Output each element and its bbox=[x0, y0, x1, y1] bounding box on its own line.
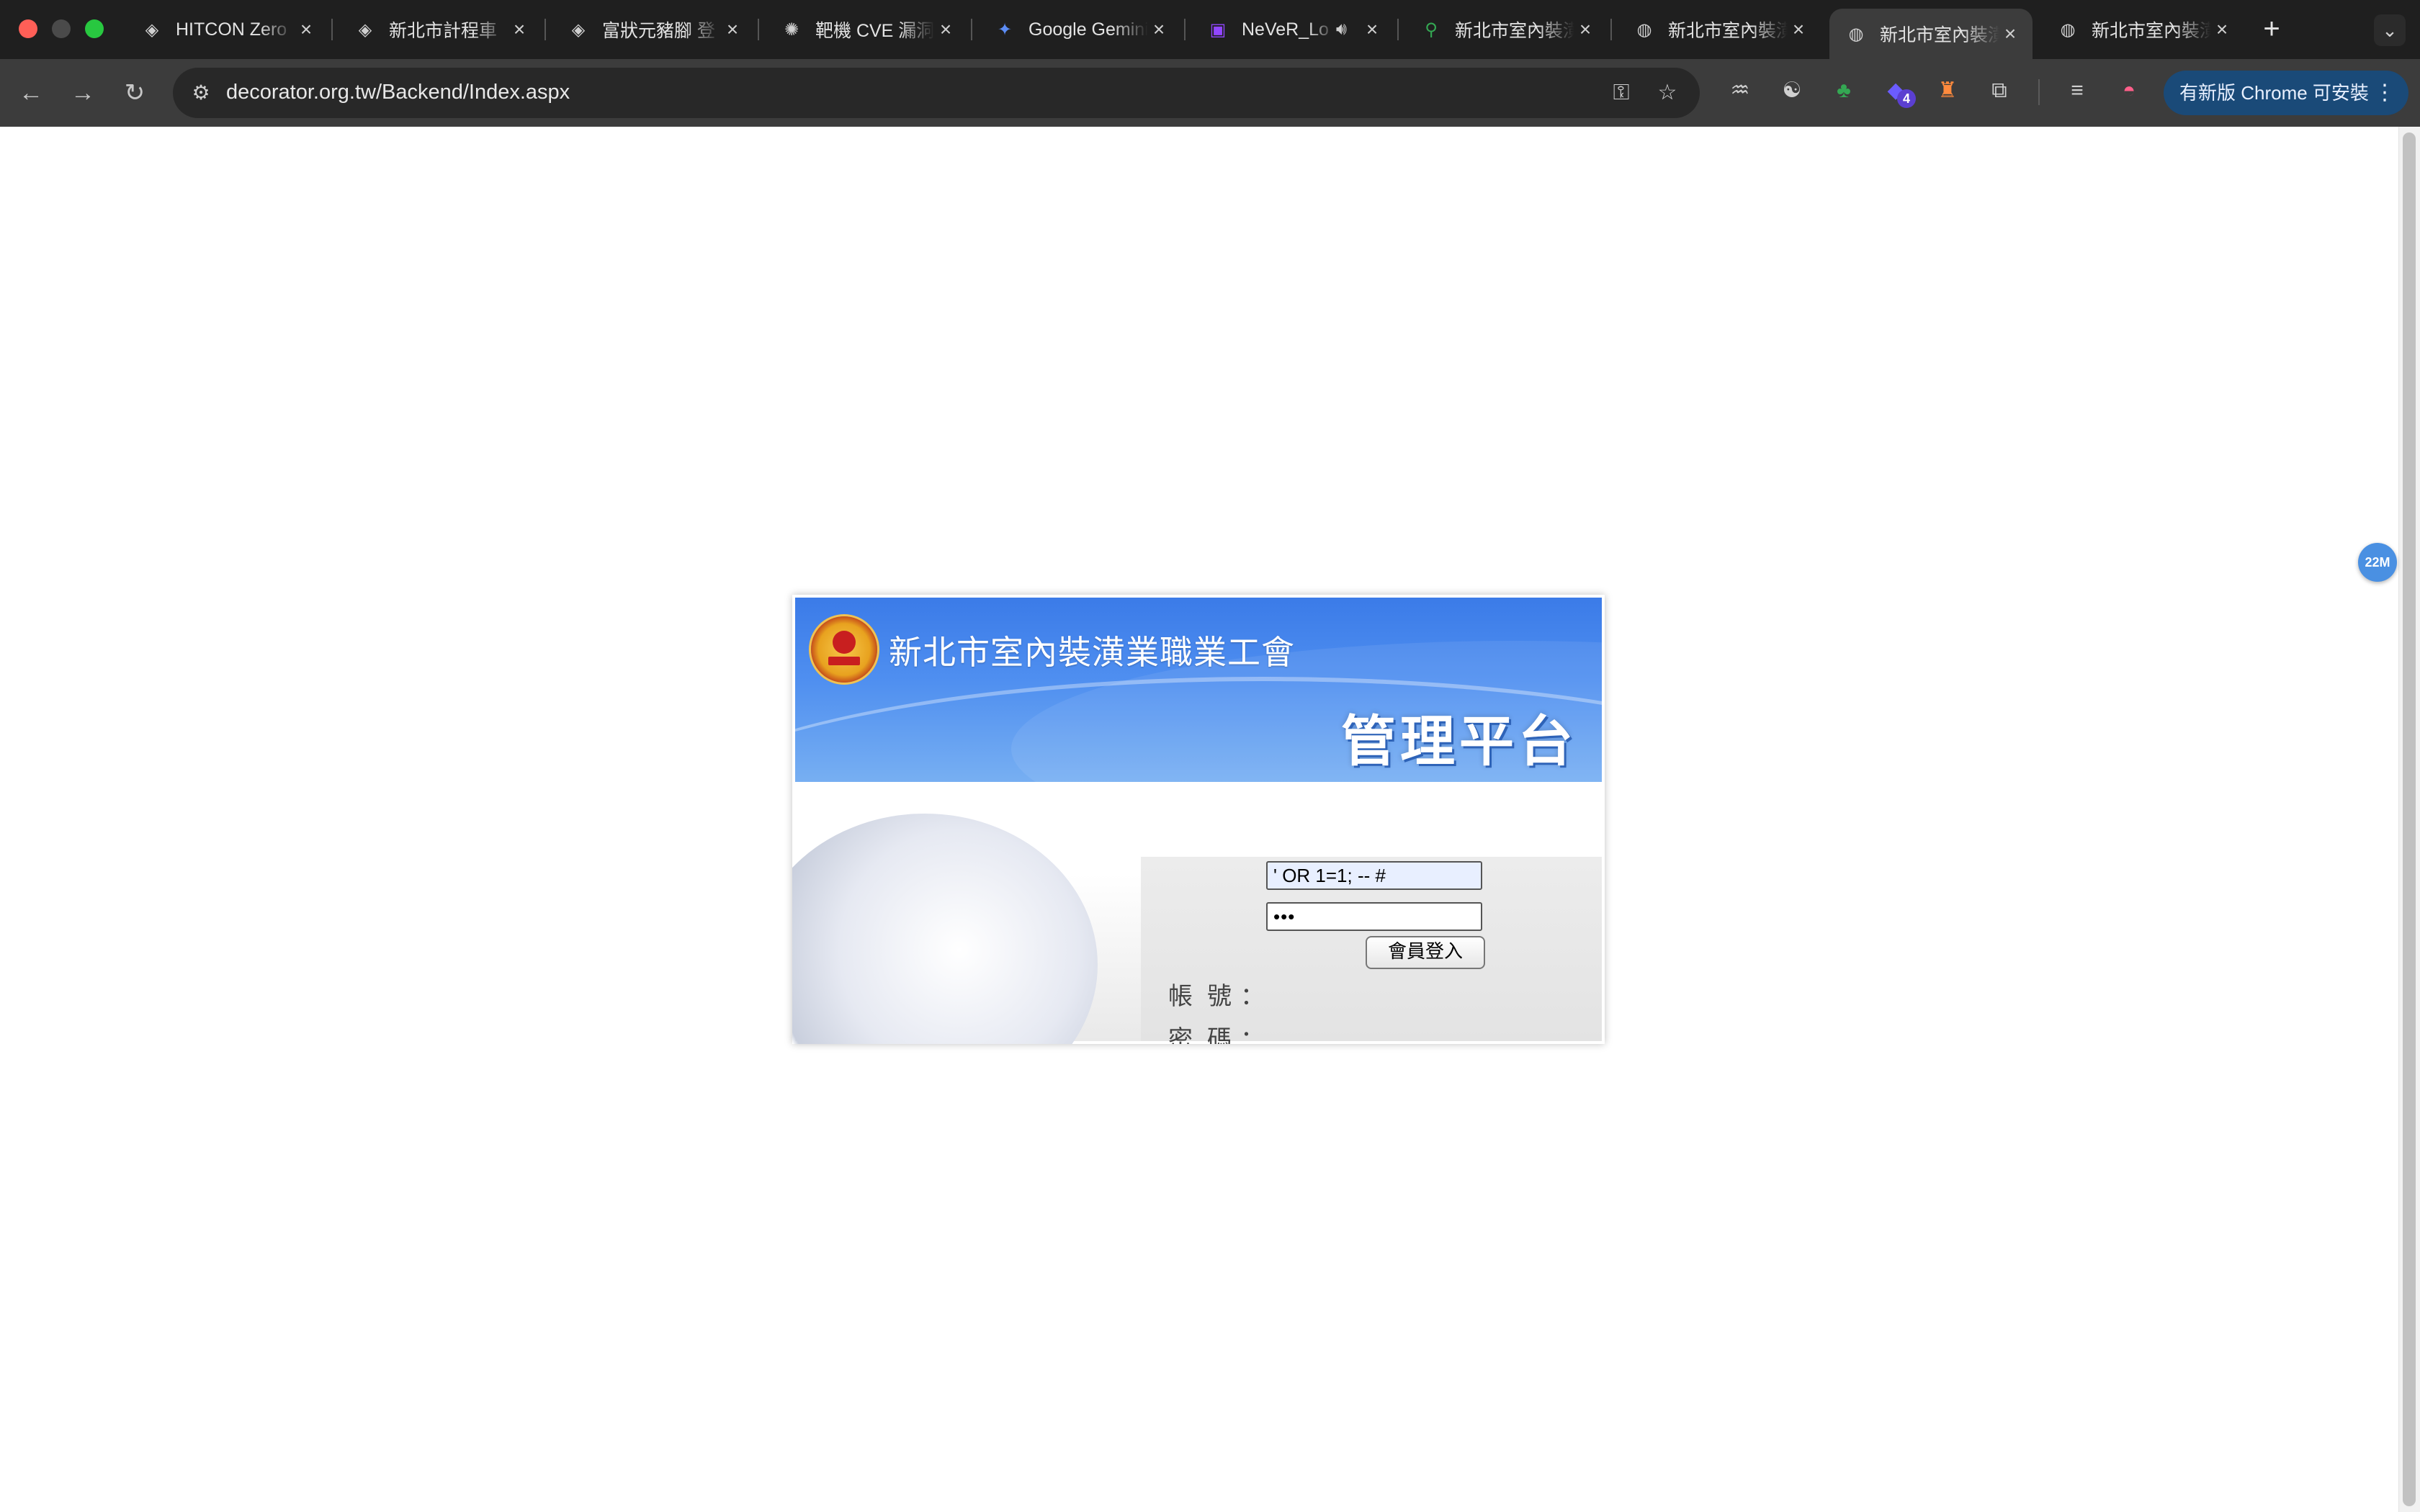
hitcon-icon: ◈ bbox=[358, 19, 372, 40]
close-icon[interactable]: × bbox=[1999, 22, 2021, 45]
media-control-icon[interactable]: ≡ bbox=[2061, 75, 2093, 107]
close-icon[interactable]: × bbox=[1148, 18, 1170, 41]
close-icon[interactable]: × bbox=[722, 18, 743, 41]
tab-label: 靶機 CVE 漏洞 bbox=[815, 21, 935, 41]
tab-label: 新北市室內裝潢 bbox=[1668, 21, 1788, 41]
window-minimize-button[interactable] bbox=[52, 19, 71, 38]
tab-label: Google Gemini bbox=[1028, 19, 1148, 40]
site-info-icon[interactable]: ⚙ bbox=[183, 75, 219, 111]
browser-tab[interactable]: ◍ 新北市室內裝潢 × bbox=[2041, 9, 2244, 50]
tab-label: 新北市計程車 bbox=[389, 21, 498, 41]
close-icon[interactable]: × bbox=[295, 18, 317, 41]
chrome-update-button[interactable]: 有新版 Chrome 可安裝 ⋮ bbox=[2164, 71, 2408, 115]
close-icon[interactable]: × bbox=[2211, 18, 2233, 41]
tab-search-button[interactable]: ⌄ bbox=[2374, 14, 2406, 46]
close-icon[interactable]: × bbox=[508, 18, 530, 41]
member-login-button[interactable]: 會員登入 bbox=[1366, 936, 1485, 969]
password-key-icon[interactable]: ⚿ bbox=[1606, 78, 1636, 108]
login-panel: 新北市室內裝潢業職業工會 管理平台 帳號 ： 密碼 ： bbox=[792, 595, 1605, 1044]
extension-icon[interactable]: ♣ bbox=[1828, 75, 1860, 107]
globe-icon: ◍ bbox=[1636, 19, 1652, 40]
platform-title: 管理平台 bbox=[1341, 709, 1577, 773]
globe-icon: ◍ bbox=[1848, 24, 1864, 44]
login-banner: 新北市室內裝潢業職業工會 管理平台 bbox=[795, 598, 1602, 782]
close-icon[interactable]: × bbox=[935, 18, 956, 41]
close-icon[interactable]: × bbox=[1788, 18, 1809, 41]
browser-tab[interactable]: ⚲ 新北市室內裝潢 × bbox=[1404, 9, 1608, 50]
bookmark-star-icon[interactable]: ☆ bbox=[1652, 78, 1682, 108]
openai-icon: ✺ bbox=[784, 19, 799, 40]
url-text[interactable]: decorator.org.tw/Backend/Index.aspx bbox=[226, 81, 570, 104]
new-tab-button[interactable]: + bbox=[2257, 13, 2286, 46]
password-input[interactable]: ••• bbox=[1266, 902, 1482, 931]
close-icon[interactable]: × bbox=[1361, 18, 1383, 41]
browser-tab[interactable]: ◈ HITCON Zero × bbox=[125, 9, 328, 50]
puzzle-globe-illustration bbox=[792, 814, 1098, 1044]
password-colon: ： bbox=[1240, 1025, 1265, 1044]
browser-tab[interactable]: ✺ 靶機 CVE 漏洞 × bbox=[765, 9, 968, 50]
browser-tab-active[interactable]: ◍ 新北市室內裝潢 × bbox=[1829, 9, 2033, 59]
reload-button[interactable]: ↻ bbox=[117, 75, 153, 111]
password-label: 密碼 bbox=[1168, 1025, 1246, 1044]
account-colon: ： bbox=[1240, 982, 1265, 1011]
maps-pin-icon: ⚲ bbox=[1425, 19, 1438, 40]
account-input[interactable]: ' OR 1=1; -- # bbox=[1266, 861, 1482, 890]
back-button[interactable]: ← bbox=[13, 75, 49, 111]
profile-avatar[interactable]: ◓ bbox=[2113, 75, 2145, 107]
extension-icon[interactable]: ☯ bbox=[1776, 75, 1808, 107]
browser-tab[interactable]: ✦ Google Gemini × bbox=[978, 9, 1181, 50]
tab-label: 富狀元豬腳 登 bbox=[602, 21, 715, 41]
scrollbar-thumb[interactable] bbox=[2403, 132, 2416, 1506]
tab-label: HITCON Zero bbox=[176, 19, 287, 40]
browser-toolbar: ← → ↻ ⚙ decorator.org.tw/Backend/Index.a… bbox=[0, 59, 2420, 127]
extension-badge: 4 bbox=[1897, 89, 1916, 108]
speaker-icon[interactable]: 🔊︎ bbox=[1336, 19, 1347, 40]
tab-label: NeVeR_Lo bbox=[1242, 19, 1329, 40]
browser-tab[interactable]: ◈ 新北市計程車 × bbox=[339, 9, 542, 50]
close-icon[interactable]: × bbox=[1574, 18, 1596, 41]
browser-tab[interactable]: ◍ 新北市室內裝潢 × bbox=[1618, 9, 1821, 50]
address-bar[interactable]: ⚙ decorator.org.tw/Backend/Index.aspx ⚿ … bbox=[173, 68, 1700, 118]
hitcon-icon: ◈ bbox=[145, 19, 159, 40]
tab-label: 新北市室內裝潢 bbox=[1880, 25, 1999, 45]
union-emblem-logo bbox=[811, 616, 877, 683]
union-name: 新北市室內裝潢業職業工會 bbox=[889, 633, 1295, 672]
twitch-icon: ▣ bbox=[1209, 19, 1227, 40]
kebab-menu-icon[interactable]: ⋮ bbox=[2374, 71, 2396, 115]
hitcon-icon: ◈ bbox=[571, 19, 586, 40]
extension-icon[interactable]: ♒ bbox=[1724, 75, 1756, 107]
gemini-icon: ✦ bbox=[997, 19, 1013, 40]
floating-memory-badge[interactable]: 22M bbox=[2358, 543, 2397, 582]
forward-button[interactable]: → bbox=[65, 75, 101, 111]
window-close-button[interactable] bbox=[19, 19, 37, 38]
browser-tab[interactable]: ▣ NeVeR_Lo 🔊︎ × bbox=[1191, 9, 1394, 50]
tab-label: 新北市室內裝潢 bbox=[1455, 21, 1574, 41]
tab-label: 新北市室內裝潢 bbox=[2092, 21, 2211, 41]
browser-tab[interactable]: ◈ 富狀元豬腳 登 × bbox=[552, 9, 755, 50]
extensions-puzzle-icon[interactable]: ⧉ bbox=[1984, 75, 2015, 107]
account-label: 帳號 bbox=[1168, 982, 1246, 1011]
globe-icon: ◍ bbox=[2060, 19, 2076, 40]
extension-icon[interactable]: ♜ bbox=[1932, 75, 1963, 107]
browser-tab-bar: ◈ HITCON Zero × ◈ 新北市計程車 × ◈ 富狀元豬腳 登 × ✺… bbox=[0, 0, 2420, 59]
update-label: 有新版 Chrome 可安裝 bbox=[2179, 82, 2369, 104]
window-maximize-button[interactable] bbox=[85, 19, 104, 38]
